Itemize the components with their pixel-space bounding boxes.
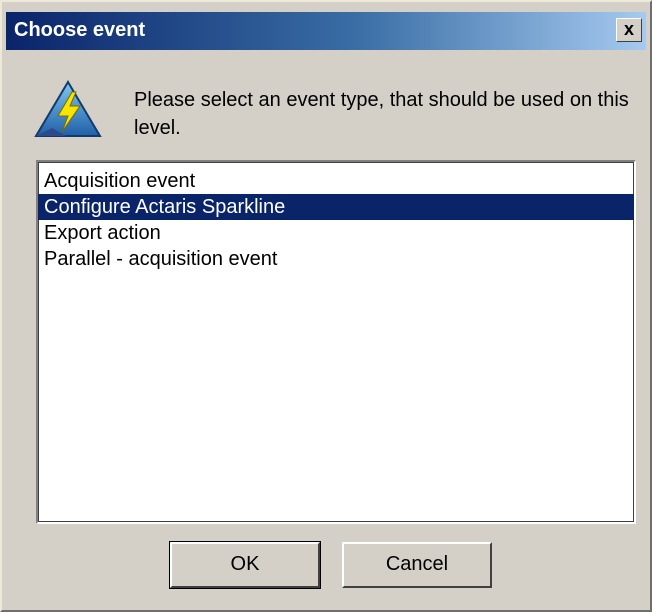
event-lightning-icon — [32, 76, 104, 140]
event-type-list: Acquisition event Configure Actaris Spark… — [38, 162, 634, 272]
list-item[interactable]: Acquisition event — [38, 168, 634, 194]
cancel-button[interactable]: Cancel — [342, 542, 492, 588]
close-icon: x — [623, 19, 634, 39]
list-item[interactable]: Parallel - acquisition event — [38, 246, 634, 272]
instruction-text: Please select an event type, that should… — [134, 89, 629, 139]
window-title: Choose event — [14, 19, 146, 41]
choose-event-dialog: Choose event x Please select an event ty… — [0, 0, 652, 612]
list-item[interactable]: Configure Actaris Sparkline — [38, 194, 634, 220]
close-button[interactable]: x — [616, 18, 642, 42]
event-type-listbox[interactable]: Acquisition event Configure Actaris Spark… — [36, 160, 636, 524]
ok-button[interactable]: OK — [169, 541, 321, 589]
list-item[interactable]: Export action — [38, 220, 634, 246]
title-bar[interactable]: Choose event x — [6, 12, 646, 50]
